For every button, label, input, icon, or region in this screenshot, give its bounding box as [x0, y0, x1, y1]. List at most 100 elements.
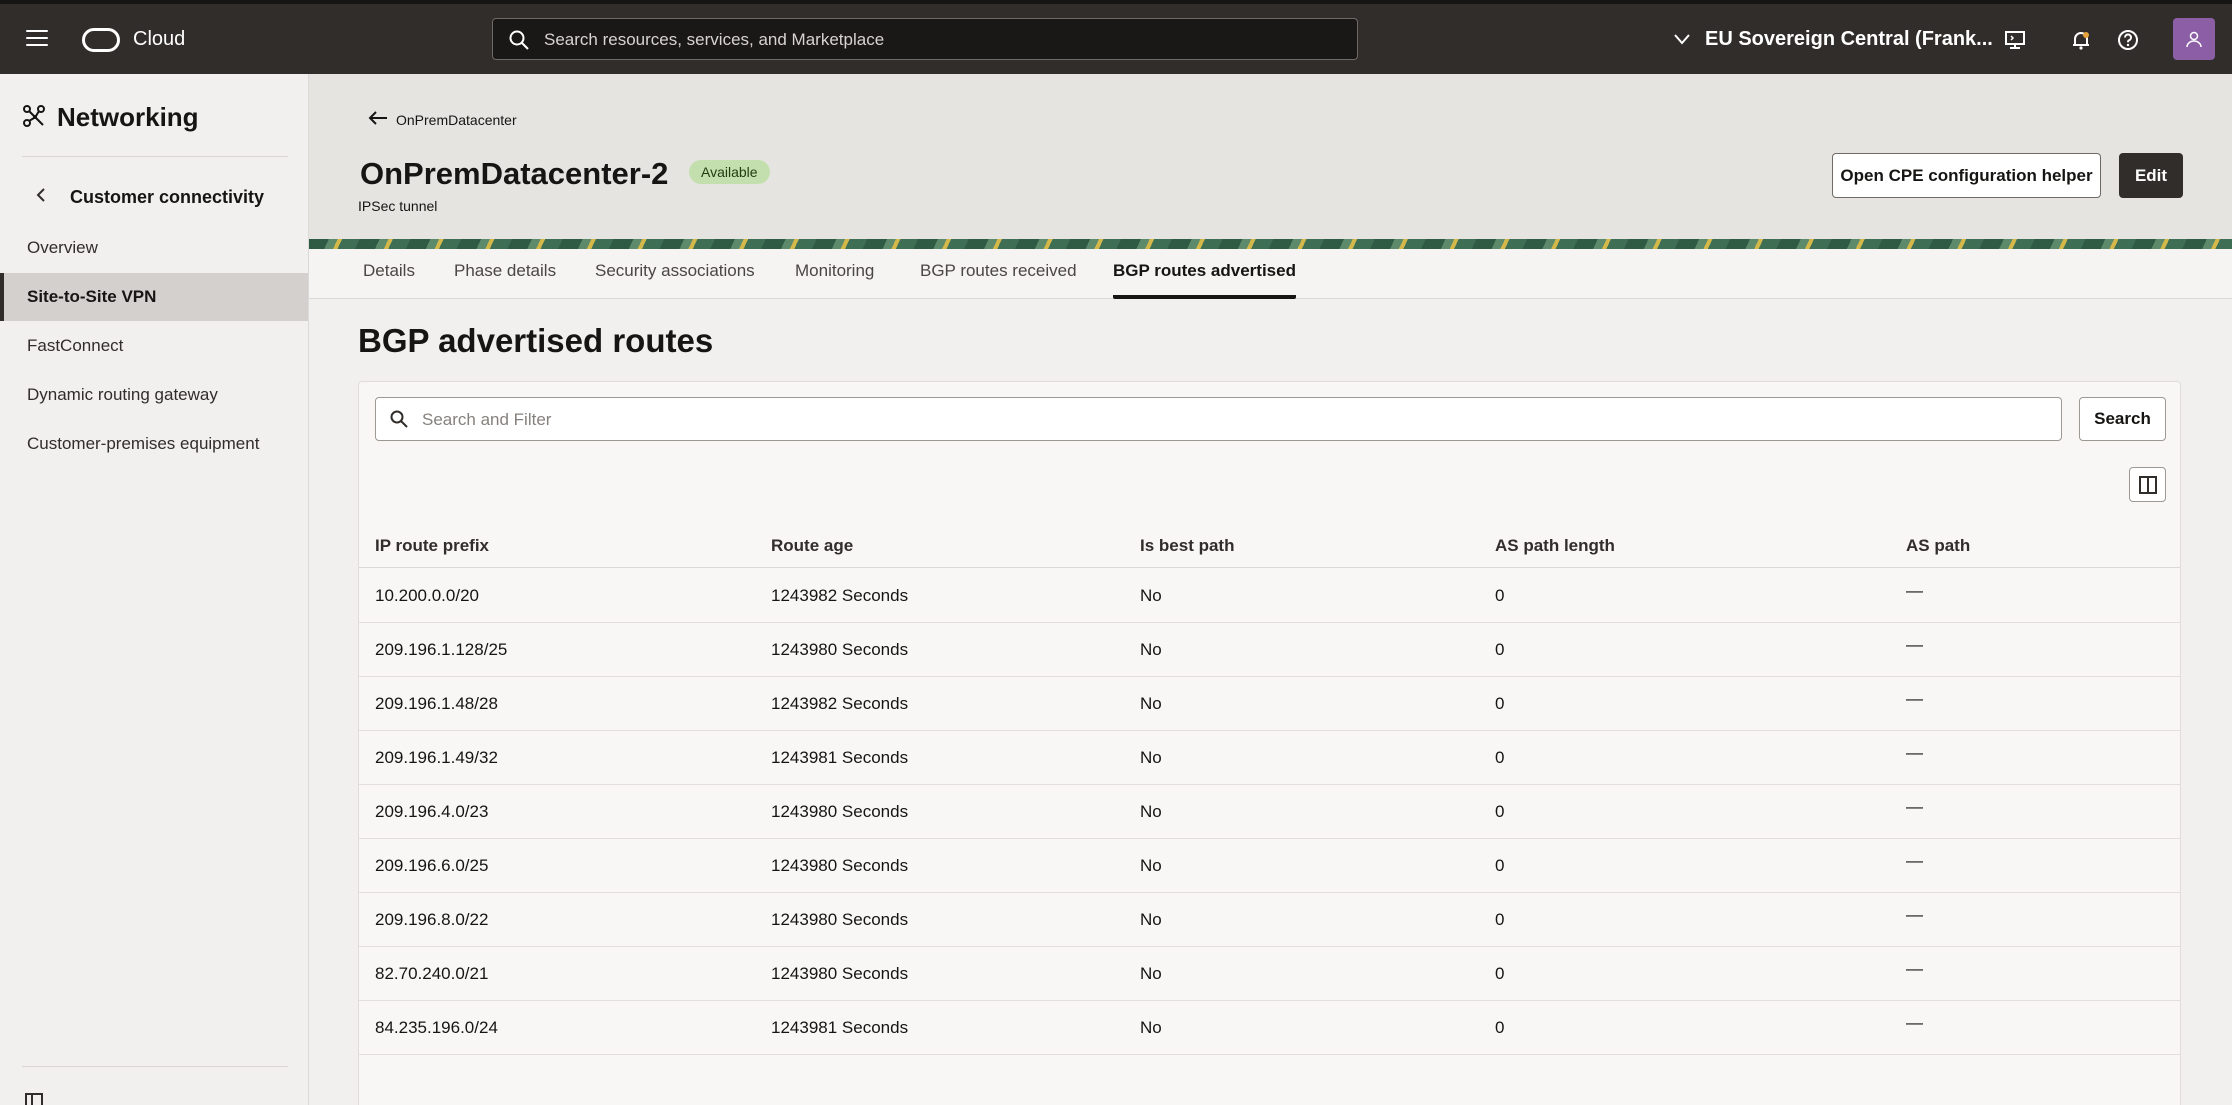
- cell-as-path: —: [1906, 743, 1923, 762]
- cell-ip-route-prefix: 209.196.1.49/32: [375, 748, 498, 767]
- cell-is-best-path: No: [1140, 910, 1162, 929]
- cell-is-best-path: No: [1140, 640, 1162, 659]
- tab-bgp-routes-advertised[interactable]: BGP routes advertised: [1113, 249, 1296, 299]
- sidebar-section-title[interactable]: Customer connectivity: [70, 187, 264, 208]
- user-avatar-icon[interactable]: [2173, 18, 2215, 60]
- cloud-shell-icon[interactable]: [2001, 26, 2029, 54]
- cell-route-age: 1243981 Seconds: [771, 1018, 909, 1037]
- global-search-placeholder: Search resources, services, and Marketpl…: [544, 30, 885, 49]
- table-row[interactable]: 84.235.196.0/24 1243981 Seconds No 0 —: [359, 1001, 2180, 1055]
- cell-route-age: 1243981 Seconds: [771, 748, 909, 767]
- search-filter-placeholder: Search and Filter: [422, 410, 552, 429]
- cell-is-best-path: No: [1140, 694, 1162, 713]
- cell-ip-route-prefix: 209.196.4.0/23: [375, 802, 489, 821]
- sidebar-divider: [22, 156, 288, 157]
- cell-as-path-length: 0: [1495, 694, 1505, 713]
- table-header: IP route prefix Route age Is best path A…: [359, 522, 2180, 568]
- hamburger-menu-icon[interactable]: [26, 30, 48, 48]
- cell-route-age: 1243980 Seconds: [771, 910, 909, 929]
- open-cpe-config-helper-button[interactable]: Open CPE configuration helper: [1832, 153, 2101, 198]
- region-selector[interactable]: EU Sovereign Central (Frank...: [1705, 28, 1993, 51]
- cell-as-path-length: 0: [1495, 586, 1505, 605]
- cell-as-path: —: [1906, 797, 1923, 816]
- cell-is-best-path: No: [1140, 1018, 1162, 1037]
- table-row[interactable]: 10.200.0.0/20 1243982 Seconds No 0 —: [359, 569, 2180, 623]
- sidebar-item-overview[interactable]: Overview: [0, 224, 308, 272]
- table-row[interactable]: 209.196.4.0/23 1243980 Seconds No 0 —: [359, 785, 2180, 839]
- back-arrow-icon[interactable]: [368, 110, 388, 126]
- cell-as-path: —: [1906, 635, 1923, 654]
- tab-security-associations[interactable]: Security associations: [595, 249, 755, 299]
- cell-route-age: 1243982 Seconds: [771, 694, 909, 713]
- cell-is-best-path: No: [1140, 856, 1162, 875]
- cell-as-path: —: [1906, 959, 1923, 978]
- cell-ip-route-prefix: 82.70.240.0/21: [375, 964, 489, 983]
- search-icon: [390, 410, 408, 428]
- chevron-left-icon[interactable]: [34, 188, 48, 202]
- cell-as-path-length: 0: [1495, 1018, 1505, 1037]
- brand-label[interactable]: Cloud: [133, 28, 185, 51]
- cell-is-best-path: No: [1140, 964, 1162, 983]
- sidebar-item-customer-premises-equipment[interactable]: Customer-premises equipment: [0, 420, 308, 468]
- sidebar: Networking Customer connectivity Overvie…: [0, 74, 309, 1105]
- cell-ip-route-prefix: 209.196.8.0/22: [375, 910, 489, 929]
- tab-monitoring[interactable]: Monitoring: [795, 249, 874, 299]
- chevron-down-icon[interactable]: [1673, 32, 1691, 46]
- cell-as-path: —: [1906, 905, 1923, 924]
- tab-details[interactable]: Details: [363, 249, 415, 299]
- routes-table-card: Search and Filter Search IP route prefix…: [358, 381, 2181, 1105]
- sidebar-item-site-to-site-vpn[interactable]: Site-to-Site VPN: [0, 273, 308, 321]
- cell-route-age: 1243980 Seconds: [771, 802, 909, 821]
- cell-ip-route-prefix: 209.196.6.0/25: [375, 856, 489, 875]
- status-badge: Available: [689, 160, 770, 184]
- decorative-banner: [309, 239, 2232, 249]
- table-row[interactable]: 209.196.6.0/25 1243980 Seconds No 0 —: [359, 839, 2180, 893]
- table-row[interactable]: 209.196.8.0/22 1243980 Seconds No 0 —: [359, 893, 2180, 947]
- search-button[interactable]: Search: [2079, 397, 2166, 441]
- table-row[interactable]: 209.196.1.128/25 1243980 Seconds No 0 —: [359, 623, 2180, 677]
- search-filter-input[interactable]: Search and Filter: [375, 397, 2062, 441]
- sidebar-item-fastconnect[interactable]: FastConnect: [0, 322, 308, 370]
- cell-as-path-length: 0: [1495, 856, 1505, 875]
- help-icon[interactable]: [2114, 26, 2142, 54]
- cell-as-path-length: 0: [1495, 802, 1505, 821]
- page-subtitle: IPSec tunnel: [358, 198, 438, 214]
- column-header-as-path[interactable]: AS path: [1906, 536, 1970, 556]
- cell-route-age: 1243982 Seconds: [771, 586, 909, 605]
- global-search-input[interactable]: Search resources, services, and Marketpl…: [492, 18, 1358, 60]
- column-header-is-best-path[interactable]: Is best path: [1140, 536, 1234, 556]
- cell-as-path-length: 0: [1495, 964, 1505, 983]
- edit-button[interactable]: Edit: [2119, 153, 2183, 198]
- table-row[interactable]: 82.70.240.0/21 1243980 Seconds No 0 —: [359, 947, 2180, 1001]
- column-header-as-path-length[interactable]: AS path length: [1495, 536, 1615, 556]
- cell-ip-route-prefix: 209.196.1.128/25: [375, 640, 508, 659]
- column-settings-icon[interactable]: [2129, 467, 2166, 502]
- collapse-sidebar-icon[interactable]: [25, 1093, 43, 1105]
- breadcrumb[interactable]: OnPremDatacenter: [396, 112, 517, 128]
- cell-route-age: 1243980 Seconds: [771, 856, 909, 875]
- column-header-route-age[interactable]: Route age: [771, 536, 853, 556]
- sidebar-item-dynamic-routing-gateway[interactable]: Dynamic routing gateway: [0, 371, 308, 419]
- cell-as-path-length: 0: [1495, 910, 1505, 929]
- table-row[interactable]: 209.196.1.49/32 1243981 Seconds No 0 —: [359, 731, 2180, 785]
- cell-as-path-length: 0: [1495, 748, 1505, 767]
- column-header-ip-route-prefix[interactable]: IP route prefix: [375, 536, 489, 556]
- sidebar-title: Networking: [57, 102, 199, 132]
- page-title: OnPremDatacenter-2: [360, 156, 669, 191]
- cell-ip-route-prefix: 209.196.1.48/28: [375, 694, 498, 713]
- tab-bgp-routes-received[interactable]: BGP routes received: [920, 249, 1077, 299]
- cell-is-best-path: No: [1140, 748, 1162, 767]
- section-title: BGP advertised routes: [358, 322, 714, 359]
- cell-route-age: 1243980 Seconds: [771, 964, 909, 983]
- tab-phase-details[interactable]: Phase details: [454, 249, 556, 299]
- networking-icon: [23, 105, 45, 127]
- global-header: Cloud Search resources, services, and Ma…: [0, 4, 2232, 74]
- cell-ip-route-prefix: 84.235.196.0/24: [375, 1018, 498, 1037]
- cloud-logo-icon[interactable]: [82, 28, 120, 52]
- tab-bar: Details Phase details Security associati…: [309, 249, 2232, 299]
- table-row[interactable]: 209.196.1.48/28 1243982 Seconds No 0 —: [359, 677, 2180, 731]
- cell-is-best-path: No: [1140, 586, 1162, 605]
- cell-ip-route-prefix: 10.200.0.0/20: [375, 586, 479, 605]
- notifications-bell-icon[interactable]: [2067, 26, 2095, 54]
- sidebar-divider: [22, 1066, 288, 1067]
